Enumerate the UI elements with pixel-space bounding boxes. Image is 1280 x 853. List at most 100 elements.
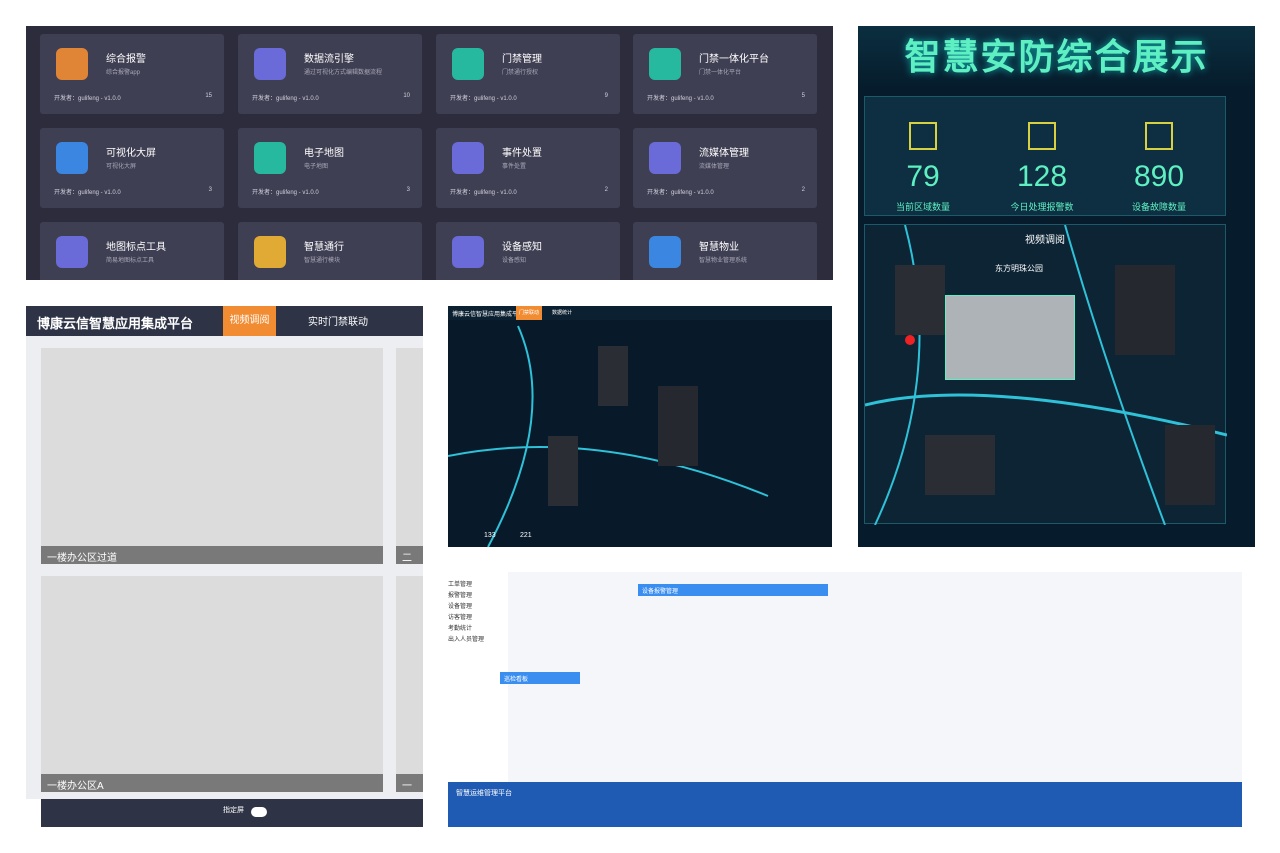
app-card[interactable]: 智慧通行智慧通行模块 [238, 222, 422, 280]
fingerprint-icon [649, 48, 681, 80]
app-title: 智慧通行 [304, 242, 344, 253]
app-card[interactable]: 事件处置 事件处置 开发者：gulifeng - v1.0.0 2 [436, 128, 620, 208]
map-panel: 博康云信智慧应用集成平台 门禁联动 数据统计 133 221 [448, 306, 832, 547]
app-title: 事件处置 [502, 148, 542, 159]
alarm-marker-icon[interactable] [905, 335, 915, 345]
camera-caption: 二楼 [396, 546, 423, 564]
toggle-label: 指定屏 [223, 807, 244, 814]
app-developer: 开发者：gulifeng - v1.0.0 [54, 190, 121, 196]
map-render [448, 325, 769, 547]
app-desc: 门禁通行授权 [502, 70, 539, 76]
menu-item[interactable]: 考勤统计 [448, 624, 508, 635]
stat-alarms: 128 今日处理报警数 [987, 122, 1097, 213]
tab-data-stats[interactable]: 数据统计 [552, 309, 572, 316]
app-desc: 通过可视化方式编辑数据流程 [304, 70, 383, 76]
tab-video[interactable]: 视频调阅 [223, 306, 276, 336]
stat-icon [909, 122, 937, 150]
security-dashboard-panel: 智慧安防综合展示 79 当前区域数量 128 今日处理报警数 890 设备故障数… [858, 26, 1255, 547]
screen-icon [56, 142, 88, 174]
camera-caption: 一楼办公区过道 [41, 546, 383, 564]
stat-value: 890 [1133, 160, 1185, 193]
video-title: 视频调阅 [1025, 235, 1065, 246]
app-title: 门禁管理 [502, 54, 542, 65]
menu-item[interactable]: 报警管理 [448, 591, 508, 602]
tab-access-control[interactable]: 门禁联动 [516, 306, 542, 320]
app-title: 流媒体管理 [699, 148, 749, 159]
stat-regions: 79 当前区域数量 [868, 122, 978, 213]
app-desc: 电子地图 [304, 164, 329, 170]
app-card[interactable]: 门禁一体化平台 门禁一体化平台 开发者：gulifeng - v1.0.0 5 [633, 34, 817, 114]
cube-icon [254, 48, 286, 80]
app-desc: 流媒体管理 [699, 164, 730, 170]
app-count: 2 [604, 187, 608, 193]
camera-caption: 一楼 [396, 774, 423, 792]
menu-item[interactable]: 访客管理 [448, 613, 508, 624]
app-desc: 事件处置 [502, 164, 527, 170]
stat-value: 128 [1016, 160, 1068, 193]
stat-icon [1145, 122, 1173, 150]
map-header: 博康云信智慧应用集成平台 门禁联动 数据统计 [448, 306, 832, 320]
menu-item[interactable]: 设备管理 [448, 602, 508, 613]
stat-value: 79 [906, 160, 940, 193]
cube-icon [452, 142, 484, 174]
app-developer: 开发者：gulifeng - v1.0.0 [252, 190, 319, 196]
camera-tile[interactable]: 二楼 [396, 348, 423, 564]
app-title: 地图标点工具 [106, 242, 166, 253]
app-developer: 开发者：gulifeng - v1.0.0 [647, 190, 714, 196]
app-desc: 简易地图标点工具 [106, 258, 155, 264]
app-card[interactable]: 数据流引擎 通过可视化方式编辑数据流程 开发者：gulifeng - v1.0.0 1… [238, 34, 422, 114]
app-card[interactable]: 智慧物业 智慧物业管理系统 [633, 222, 817, 280]
app-count: 15 [205, 93, 212, 99]
app-developer: 开发者：gulifeng - v1.0.0 [647, 96, 714, 102]
video-toolbar: 指定屏 [41, 799, 423, 827]
fingerprint-icon [452, 48, 484, 80]
stat-label: 今日处理报警数 [1010, 202, 1074, 212]
menu-item[interactable]: 出入人员管理 [448, 635, 508, 646]
menu-item[interactable]: 工单管理 [448, 580, 508, 591]
tab-access-control[interactable]: 实时门禁联动 [308, 313, 368, 328]
stat-icon [1028, 122, 1056, 150]
stat-label: 设备故障数量 [1131, 202, 1186, 212]
app-card[interactable]: 电子地图 电子地图 开发者：gulifeng - v1.0.0 3 [238, 128, 422, 208]
video-popup[interactable] [945, 295, 1075, 380]
app-card[interactable]: 流媒体管理 流媒体管理 开发者：gulifeng - v1.0.0 2 [633, 128, 817, 208]
app-title: 电子地图 [304, 148, 344, 159]
app-desc: 门禁一体化平台 [699, 70, 742, 76]
cube-icon [649, 142, 681, 174]
bus-icon [254, 236, 286, 268]
location-label: 东方明珠公园 [995, 264, 1043, 273]
cube-icon [452, 236, 484, 268]
app-developer: 开发者：gulifeng - v1.0.0 [450, 96, 517, 102]
app-desc: 智慧通行模块 [304, 258, 341, 264]
map-view: 视频调阅 东方明珠公园 [864, 224, 1228, 526]
app-desc: 智慧物业管理系统 [699, 258, 748, 264]
alarm-icon [56, 48, 88, 80]
app-desc: 可视化大屏 [106, 164, 137, 170]
app-card[interactable]: 门禁管理 门禁通行授权 开发者：gulifeng - v1.0.0 9 [436, 34, 620, 114]
map-app-title: 博康云信智慧应用集成平台 [452, 312, 525, 318]
app-card[interactable]: 综合报警 综合报警app 开发者：gulifeng - v1.0.0 15 [40, 34, 224, 114]
panel-title: 设备报警管理 [638, 584, 828, 596]
app-card[interactable]: 可视化大屏 可视化大屏 开发者：gulifeng - v1.0.0 3 [40, 128, 224, 208]
camera-caption: 一楼办公区A [41, 774, 383, 792]
camera-tile[interactable]: 一楼 [396, 576, 423, 792]
bottom-title: 智慧运维管理平台 [456, 790, 512, 797]
stat-label: 当前区域数量 [895, 202, 950, 212]
app-title: 设备感知 [502, 242, 542, 253]
video-header: 博康云信智慧应用集成平台 视频调阅 实时门禁联动 [26, 306, 423, 336]
left-menu-list: 工单管理 报警管理 设备管理 访客管理 考勤统计 出入人员管理 [448, 580, 508, 646]
app-title: 综合报警 [106, 54, 146, 65]
app-card[interactable]: 地图标点工具简易地图标点工具 [40, 222, 224, 280]
app-title: 数据流引擎 [304, 54, 354, 65]
app-desc: 设备感知 [502, 258, 527, 264]
camera-tile[interactable]: 一楼办公区A [41, 576, 383, 792]
screen-toggle[interactable] [251, 807, 267, 817]
app-card[interactable]: 设备感知 设备感知 [436, 222, 620, 280]
left-menu: 工单管理 报警管理 设备管理 访客管理 考勤统计 出入人员管理 [448, 572, 508, 782]
app-developer: 开发者：gulifeng - v1.0.0 [54, 96, 121, 102]
app-count: 2 [801, 187, 805, 193]
camera-tile[interactable]: 一楼办公区过道 [41, 348, 383, 564]
app-developer: 开发者：gulifeng - v1.0.0 [450, 190, 517, 196]
app-count: 3 [208, 187, 212, 193]
inspection-tab[interactable]: 巡检看板 [500, 672, 580, 684]
